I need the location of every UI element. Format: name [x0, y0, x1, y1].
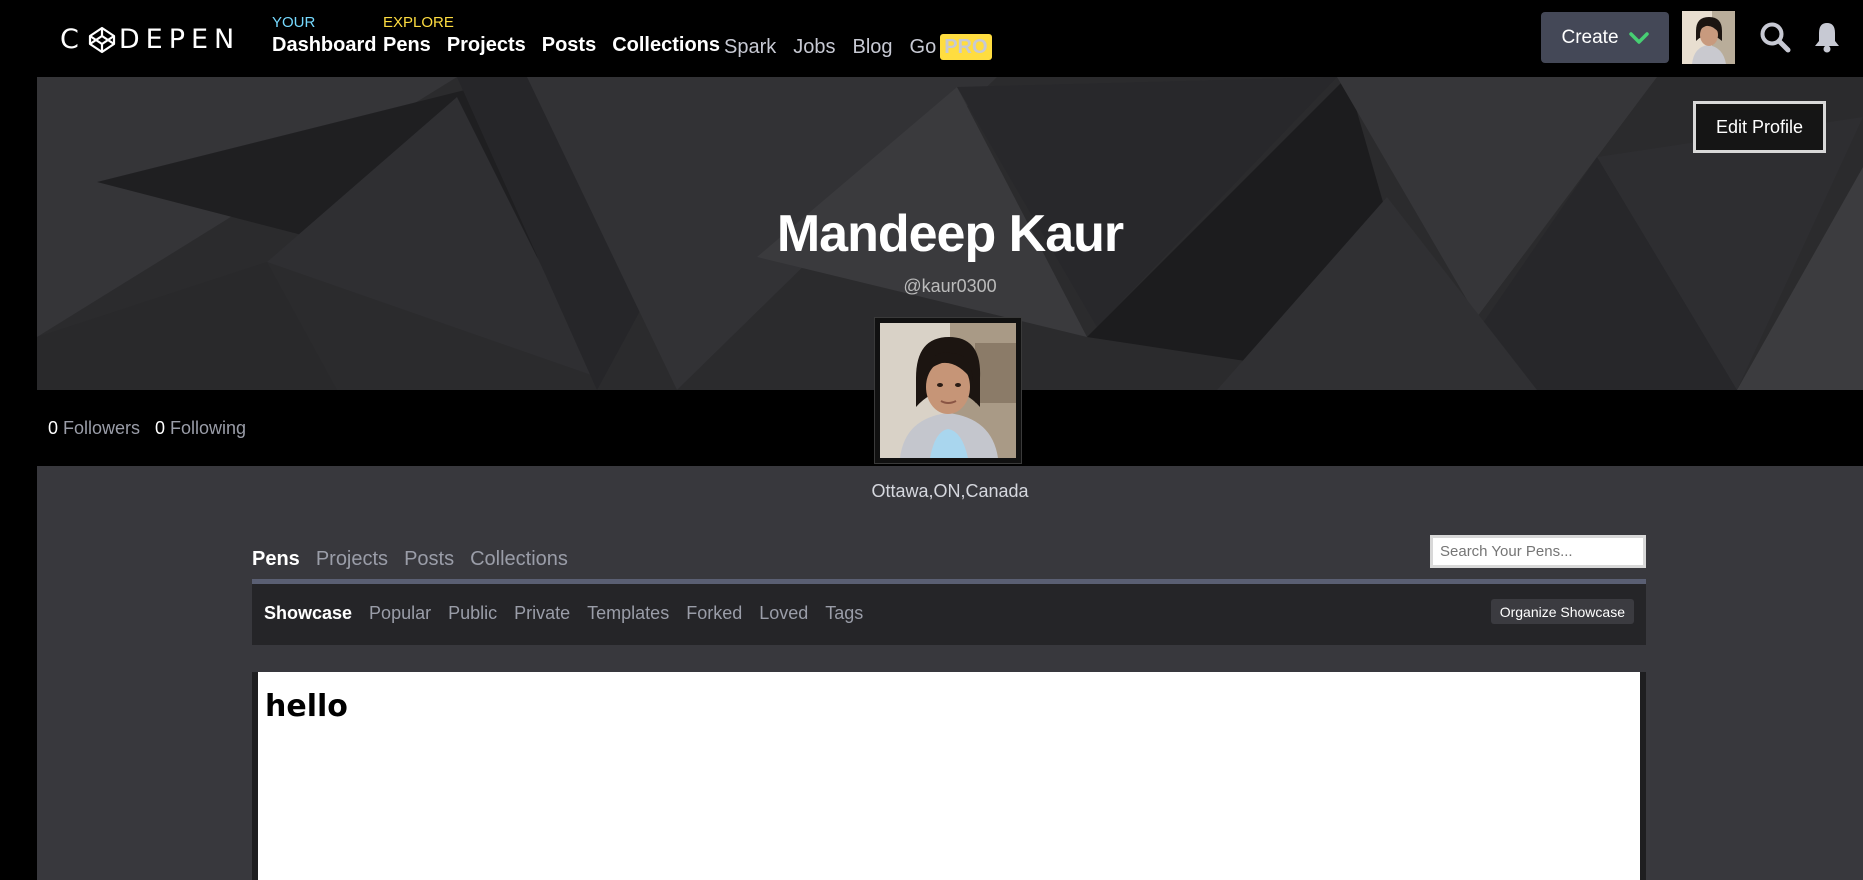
nav-jobs[interactable]: Jobs: [793, 36, 835, 59]
subtab-tags[interactable]: Tags: [825, 603, 863, 624]
your-nav-group: YOUR Dashboard: [272, 14, 376, 57]
pen-preview[interactable]: hello: [258, 672, 1640, 880]
subtab-private[interactable]: Private: [514, 603, 570, 624]
profile-content: Ottawa,ON,Canada Pens Projects Posts Col…: [37, 466, 1863, 880]
user-avatar[interactable]: [1682, 11, 1735, 64]
followers-label: Followers: [63, 418, 141, 438]
tab-projects[interactable]: Projects: [316, 548, 388, 571]
subtab-showcase[interactable]: Showcase: [264, 603, 352, 624]
search-button[interactable]: [1755, 17, 1795, 57]
nav-blog[interactable]: Blog: [853, 36, 893, 59]
edit-profile-button[interactable]: Edit Profile: [1693, 101, 1826, 153]
organize-showcase-button[interactable]: Organize Showcase: [1490, 599, 1634, 624]
nav-projects[interactable]: Projects: [447, 34, 526, 57]
bell-icon: [1815, 23, 1839, 53]
tab-collections[interactable]: Collections: [470, 548, 568, 571]
following-count: 0: [155, 418, 166, 438]
profile-tabs: Pens Projects Posts Collections: [252, 548, 568, 571]
chevron-down-icon: [1628, 31, 1649, 44]
pens-subtabs: Showcase Popular Public Private Template…: [252, 584, 1646, 645]
subtab-public[interactable]: Public: [448, 603, 497, 624]
following-link[interactable]: 0 Following: [155, 418, 246, 439]
top-navigation: C DEPEN YOUR Dashboard EXPLORE Pens Proj…: [0, 0, 1863, 77]
subtab-forked[interactable]: Forked: [686, 603, 742, 624]
profile-handle: @kaur0300: [903, 276, 997, 296]
create-label: Create: [1561, 26, 1619, 48]
create-button[interactable]: Create: [1541, 12, 1669, 63]
search-pens-input[interactable]: [1430, 535, 1646, 568]
tab-posts[interactable]: Posts: [404, 548, 454, 571]
codepen-logo-icon: [88, 26, 115, 53]
subtab-loved[interactable]: Loved: [759, 603, 808, 624]
codepen-logo[interactable]: C DEPEN: [60, 24, 240, 55]
nav-go-pro[interactable]: Go PRO: [909, 34, 992, 61]
logo-letter-c: C: [60, 24, 85, 55]
nav-collections[interactable]: Collections: [612, 34, 720, 57]
nav-posts[interactable]: Posts: [542, 34, 596, 57]
subtab-templates[interactable]: Templates: [587, 603, 669, 624]
subtab-popular[interactable]: Popular: [369, 603, 431, 624]
pro-badge: PRO: [940, 34, 992, 61]
profile-photo: [874, 317, 1022, 464]
profile-location: Ottawa,ON,Canada: [871, 481, 1029, 501]
nav-dashboard[interactable]: Dashboard: [272, 34, 376, 57]
profile-photo-image: [880, 323, 1016, 458]
pen-preview-heading: hello: [265, 689, 348, 724]
followers-link[interactable]: 0 Followers: [48, 418, 140, 439]
nav-pens[interactable]: Pens: [383, 34, 431, 57]
showcase-pen[interactable]: hello: [252, 672, 1646, 880]
explore-label: EXPLORE: [383, 14, 454, 31]
secondary-nav: Spark Jobs Blog Go PRO: [724, 34, 992, 61]
explore-nav-group: EXPLORE Pens Projects Posts Collections: [383, 14, 720, 57]
followers-count: 0: [48, 418, 59, 438]
notifications-button[interactable]: [1807, 17, 1847, 57]
tab-pens[interactable]: Pens: [252, 548, 300, 571]
following-label: Following: [170, 418, 247, 438]
nav-spark[interactable]: Spark: [724, 36, 776, 59]
your-label: YOUR: [272, 14, 316, 31]
search-icon: [1760, 22, 1791, 53]
go-label: Go: [909, 36, 937, 58]
profile-name: Mandeep Kaur: [776, 205, 1124, 263]
logo-letters-depen: DEPEN: [118, 24, 241, 55]
